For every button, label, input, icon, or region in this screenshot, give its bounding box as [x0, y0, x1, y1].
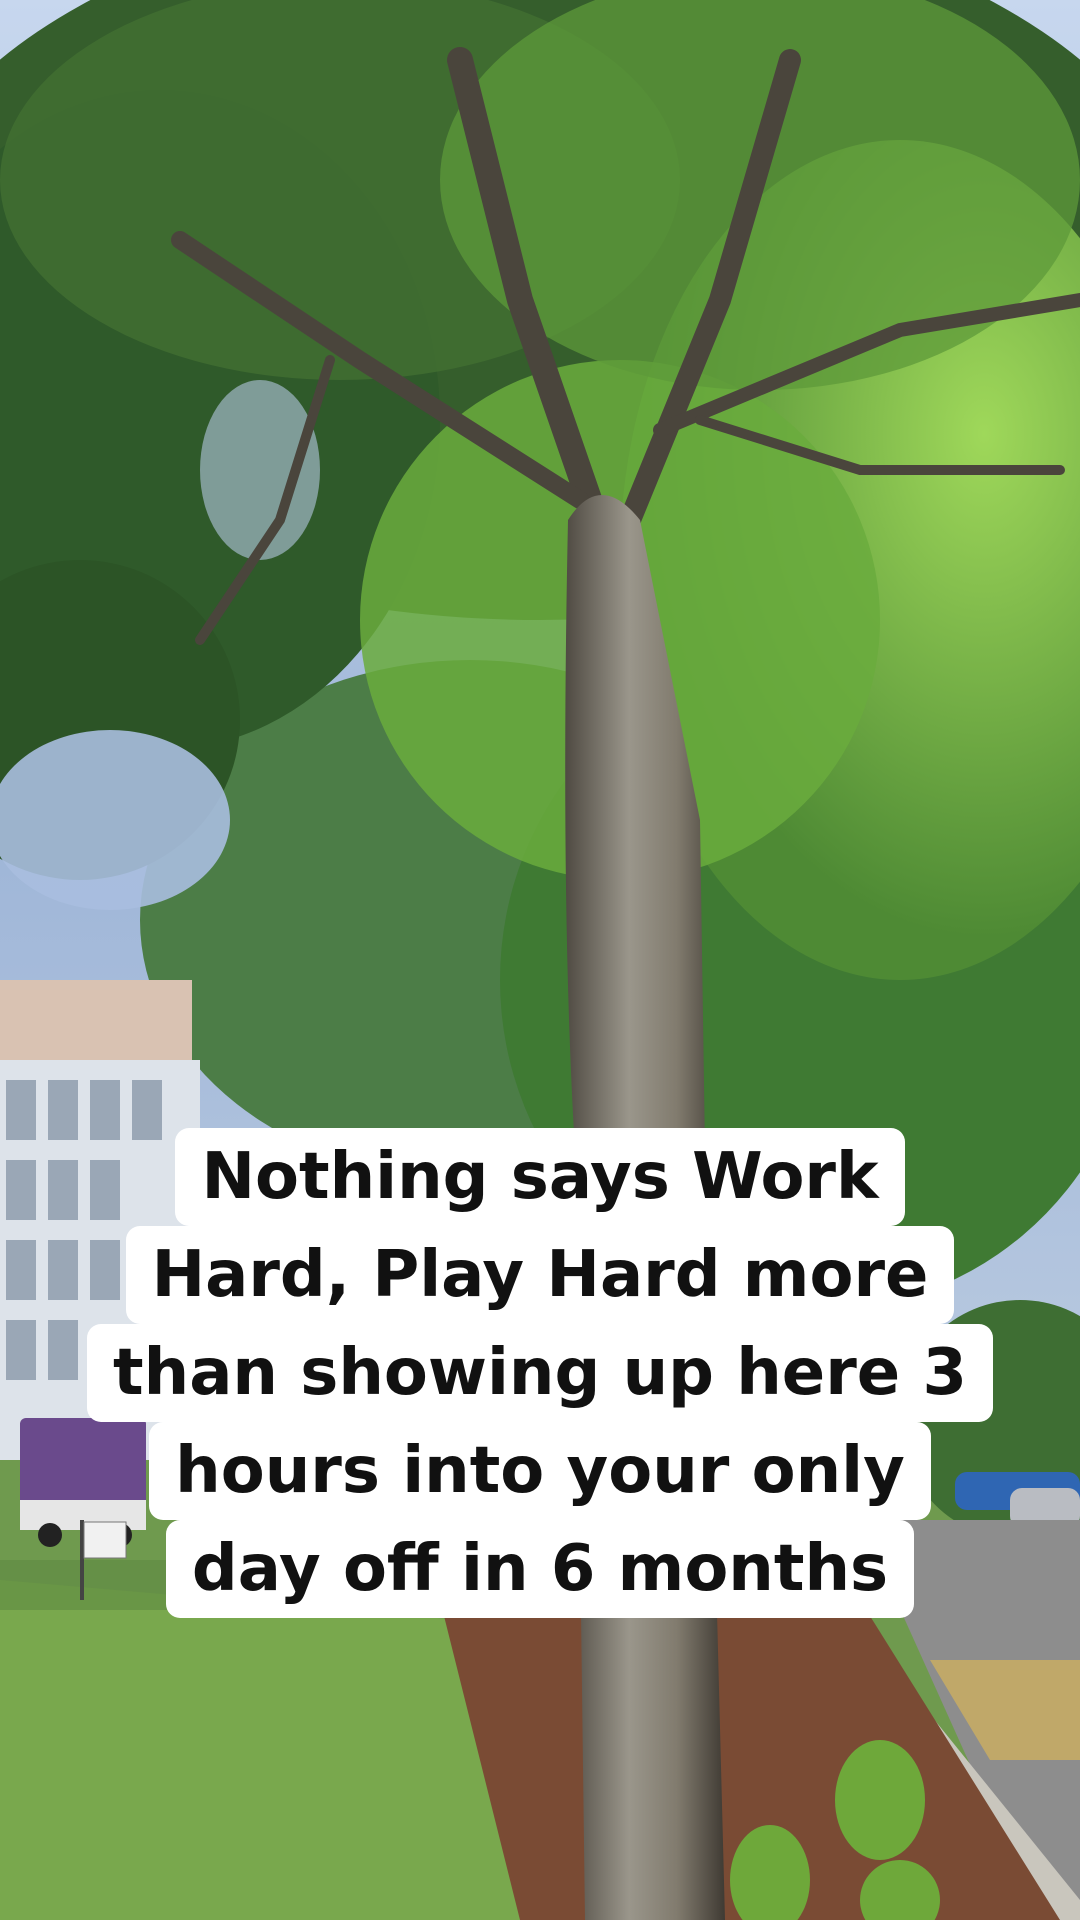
caption-overlay: Nothing says Work Hard, Play Hard more t…: [0, 1128, 1080, 1618]
caption-line: Nothing says Work: [175, 1128, 905, 1226]
caption-line: than showing up here 3: [87, 1324, 993, 1422]
photo-scene: [0, 0, 1080, 1920]
sky-gap: [200, 380, 320, 560]
caption-line: day off in 6 months: [165, 1520, 915, 1618]
sky-gap: [0, 730, 230, 910]
caption-line: hours into your only: [149, 1422, 931, 1520]
caption-line: Hard, Play Hard more: [125, 1226, 955, 1324]
